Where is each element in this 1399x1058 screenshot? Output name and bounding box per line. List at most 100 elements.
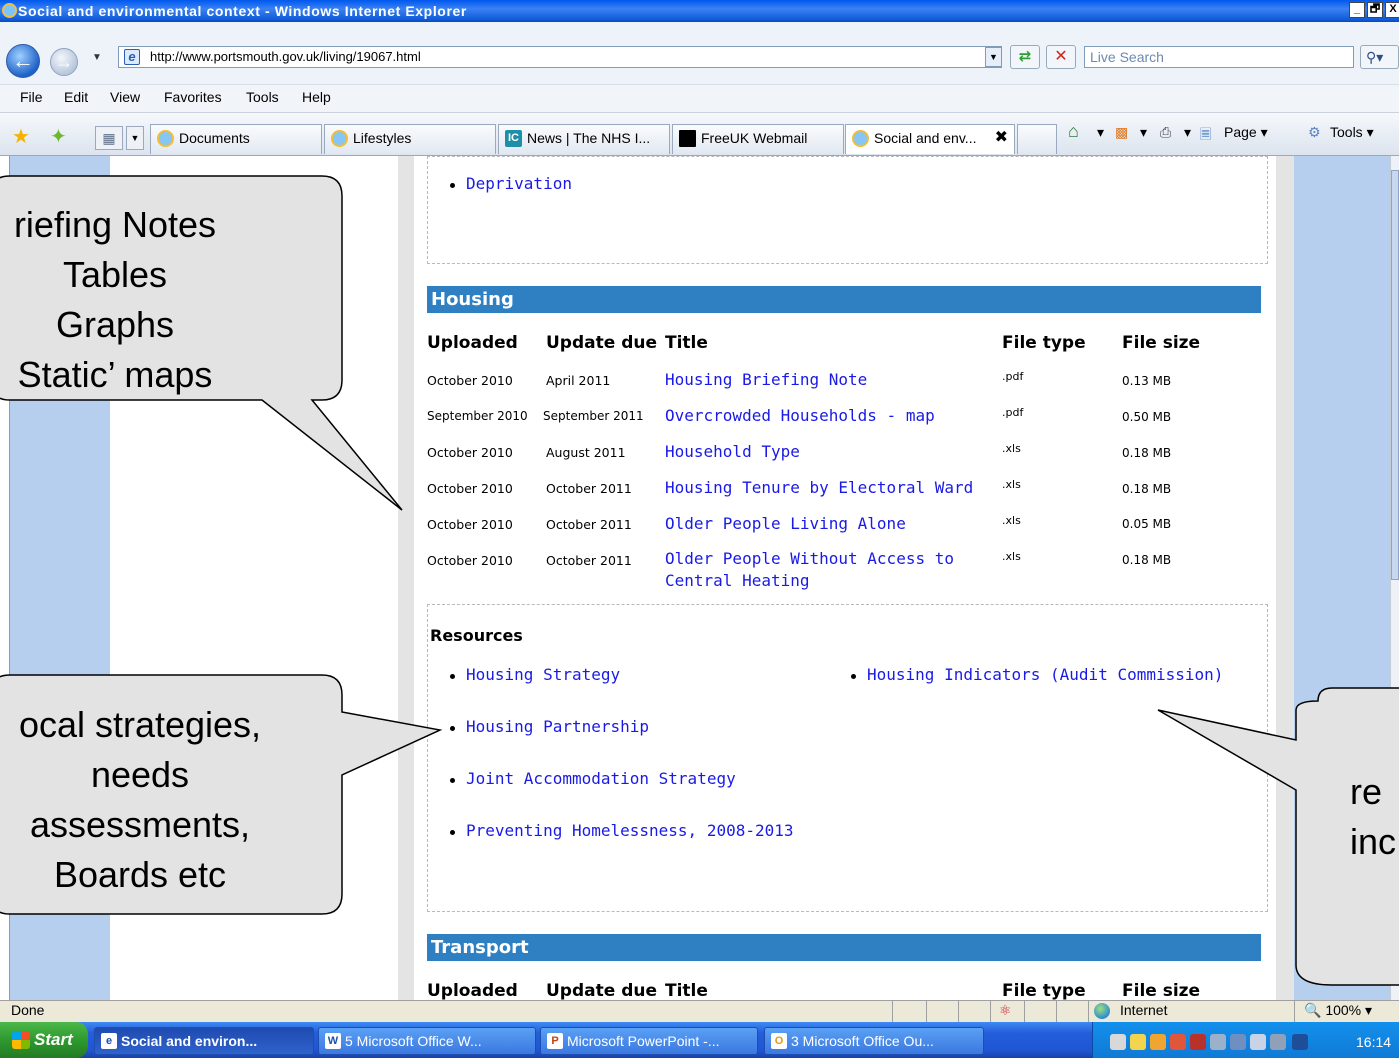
ie-logo-icon [2, 3, 17, 18]
bullet [450, 778, 455, 783]
feeds-dropdown-icon[interactable]: ▾ [1140, 124, 1147, 141]
link-housing-briefing-note[interactable]: Housing Briefing Note [665, 369, 867, 391]
link-preventing-homelessness[interactable]: Preventing Homelessness, 2008-2013 [466, 821, 794, 840]
link-household-type[interactable]: Household Type [665, 441, 800, 463]
connection-tray-icon[interactable] [1292, 1034, 1308, 1050]
print-icon[interactable]: ⎙ [1160, 124, 1171, 141]
link-older-people-living-alone[interactable]: Older People Living Alone [665, 513, 906, 535]
tab-social-environmental[interactable]: Social and env... ✖ [845, 124, 1015, 154]
cell-file-size: 0.18 MB [1122, 446, 1172, 460]
tab-freeuk-webmail[interactable]: FreeUK Webmail [672, 124, 844, 154]
search-input[interactable]: Live Search [1084, 46, 1354, 68]
search-icon[interactable]: ⚲▾ [1360, 45, 1399, 69]
tab-list-dropdown-icon[interactable]: ▼ [126, 126, 144, 150]
menu-tools[interactable]: Tools [246, 89, 279, 105]
menu-edit[interactable]: Edit [64, 89, 88, 105]
minimize-button[interactable]: _ [1349, 2, 1365, 18]
zoom-level[interactable]: 🔍 100% ▾ [1304, 1002, 1372, 1019]
maximize-button[interactable]: 🗗 [1367, 2, 1383, 18]
display-tray-icon[interactable] [1230, 1034, 1246, 1050]
refresh-button[interactable]: ⇄ [1010, 45, 1040, 69]
link-overcrowded-households-map[interactable]: Overcrowded Households - map [665, 405, 935, 427]
scrollbar-thumb[interactable] [1391, 170, 1399, 580]
column-file-type: File type [1002, 333, 1086, 353]
add-favorite-icon[interactable]: ✦ [50, 124, 67, 149]
tab-lifestyles[interactable]: Lifestyles [324, 124, 496, 154]
status-pane [1056, 1000, 1057, 1022]
volume-tray-icon[interactable] [1250, 1034, 1266, 1050]
content-right-rule [1276, 156, 1294, 1000]
taskbar-item-ie[interactable]: e Social and environ... [94, 1027, 314, 1055]
cell-uploaded: October 2010 [427, 481, 513, 496]
link-older-people-without-central-heating[interactable]: Older People Without Access to [665, 548, 954, 570]
address-url[interactable]: http://www.portsmouth.gov.uk/living/1906… [150, 49, 421, 64]
column-file-size: File size [1122, 333, 1201, 353]
zoom-value: 100% [1325, 1002, 1362, 1018]
mail-tray-icon[interactable] [1130, 1034, 1146, 1050]
cell-update-due: October 2011 [546, 553, 632, 568]
taskbar-item-word[interactable]: W 5 Microsoft Office W... [318, 1027, 536, 1055]
tab-nhs-news[interactable]: IC News | The NHS I... [498, 124, 670, 154]
tab-label: FreeUK Webmail [701, 130, 808, 146]
clock-tray-icon[interactable] [1150, 1034, 1166, 1050]
freeuk-site-icon [679, 130, 696, 147]
cell-uploaded: October 2010 [427, 553, 513, 568]
new-tab-button[interactable] [1017, 124, 1057, 154]
menu-favorites[interactable]: Favorites [164, 89, 222, 105]
quick-tabs-icon[interactable]: ▦ [95, 126, 123, 150]
link-housing-indicators[interactable]: Housing Indicators (Audit Commission) [867, 665, 1223, 684]
link-deprivation[interactable]: Deprivation [466, 174, 572, 193]
tools-menu[interactable]: Tools ▾ [1330, 124, 1374, 141]
link-housing-strategy[interactable]: Housing Strategy [466, 665, 620, 684]
column-file-type: File type [1002, 981, 1086, 1000]
column-uploaded: Uploaded [427, 981, 518, 1000]
home-icon[interactable]: ⌂ [1068, 121, 1079, 142]
taskbar-item-label: 5 Microsoft Office W... [345, 1033, 482, 1049]
close-tab-icon[interactable]: ✖ [995, 125, 1008, 151]
taskbar-item-powerpoint[interactable]: P Microsoft PowerPoint -... [540, 1027, 758, 1055]
column-title: Title [665, 981, 708, 1000]
feeds-icon[interactable]: ▩ [1115, 124, 1128, 141]
page-menu[interactable]: Page ▾ [1224, 124, 1268, 141]
status-pane [1088, 1000, 1089, 1022]
status-pane [892, 1000, 893, 1022]
update-tray-icon[interactable] [1270, 1034, 1286, 1050]
link-joint-accommodation-strategy[interactable]: Joint Accommodation Strategy [466, 769, 736, 788]
protected-mode-icon[interactable]: ⚛ [999, 1002, 1012, 1019]
favorites-star-icon[interactable]: ★ [12, 124, 30, 149]
back-button[interactable]: ← [6, 44, 40, 78]
cell-file-type: .xls [1002, 514, 1021, 527]
cell-uploaded: September 2010 [427, 409, 528, 423]
taskbar-item-label: 3 Microsoft Office Ou... [791, 1033, 934, 1049]
tab-label: Lifestyles [353, 130, 412, 146]
security-tray-icon[interactable] [1170, 1034, 1186, 1050]
page-menu-icon[interactable]: 🗏 [1200, 124, 1211, 148]
taskbar-item-outlook[interactable]: O 3 Microsoft Office Ou... [764, 1027, 984, 1055]
page-icon: e [124, 49, 140, 65]
tools-gear-icon[interactable]: ⚙ [1308, 124, 1321, 141]
menu-view[interactable]: View [110, 89, 140, 105]
pen-tray-icon[interactable] [1110, 1034, 1126, 1050]
menu-file[interactable]: File [20, 89, 43, 105]
tab-documents[interactable]: Documents [150, 124, 322, 154]
home-dropdown-icon[interactable]: ▾ [1097, 124, 1104, 141]
window-title-bar[interactable]: Social and environmental context - Windo… [0, 0, 1399, 22]
antivirus-tray-icon[interactable] [1190, 1034, 1206, 1050]
link-housing-tenure-by-electoral-ward[interactable]: Housing Tenure by Electoral Ward [665, 477, 973, 499]
status-pane [926, 1000, 927, 1022]
taskbar-clock[interactable]: 16:14 [1356, 1034, 1391, 1050]
column-file-size: File size [1122, 981, 1201, 1000]
address-dropdown-icon[interactable]: ▼ [985, 47, 1002, 67]
link-housing-partnership[interactable]: Housing Partnership [466, 717, 649, 736]
recent-pages-dropdown-icon[interactable]: ▼ [92, 52, 102, 63]
status-pane [990, 1000, 991, 1022]
forward-button[interactable]: → [50, 48, 78, 76]
link-older-people-without-central-heating-line2[interactable]: Central Heating [665, 570, 810, 592]
print-dropdown-icon[interactable]: ▾ [1184, 124, 1191, 141]
bullet [450, 183, 455, 188]
menu-help[interactable]: Help [302, 89, 331, 105]
security-zone-label[interactable]: Internet [1120, 1002, 1167, 1018]
network-tray-icon[interactable] [1210, 1034, 1226, 1050]
stop-button[interactable]: ✕ [1046, 45, 1076, 69]
close-window-button[interactable]: X [1385, 2, 1399, 18]
